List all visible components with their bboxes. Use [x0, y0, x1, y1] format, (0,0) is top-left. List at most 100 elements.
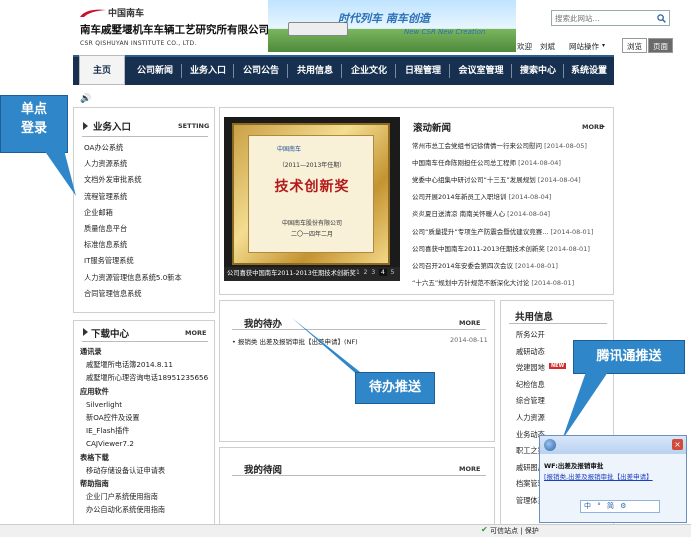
- pager-5[interactable]: 5: [391, 269, 395, 276]
- search-icon[interactable]: [654, 12, 668, 24]
- pager-3[interactable]: 3: [371, 269, 375, 276]
- news-item-title[interactable]: 党委中心组集中研讨公司“十三五”发展规划: [412, 176, 536, 184]
- download-category: 表格下载: [80, 452, 109, 462]
- shared-item[interactable]: 党建园地: [516, 363, 545, 380]
- toread-more-link[interactable]: MORE: [459, 465, 480, 473]
- new-badge: NEW: [549, 363, 567, 369]
- download-item[interactable]: 新OA控件及设置: [80, 413, 208, 426]
- banner-subtitle: New CSR New Creation: [404, 28, 486, 36]
- news-item[interactable]: 中国南车任命陈刚担任公司总工程师 [2014-08-04]: [412, 157, 608, 167]
- download-more-link[interactable]: MORE: [185, 329, 206, 337]
- sso-callout-pointer: [44, 150, 76, 196]
- welcome-text: 欢迎: [517, 42, 532, 51]
- nav-schedule[interactable]: 日程管理: [397, 57, 449, 85]
- news-item-title[interactable]: 公司“质量提升”专项生产防震会暨优建议竞赛...: [412, 228, 548, 236]
- download-category: 应用软件: [80, 386, 109, 396]
- browse-tab[interactable]: 浏览: [622, 38, 647, 53]
- news-item[interactable]: 公司“质量提升”专项生产防震会暨优建议竞赛... [2014-08-01]: [412, 226, 608, 236]
- business-item[interactable]: 人力资源系统: [84, 159, 182, 175]
- news-item-title[interactable]: 公司召开2014年安委会第四次会议: [412, 262, 513, 270]
- shared-item[interactable]: 戚研动态: [516, 347, 545, 364]
- todo-push-callout: 待办推送: [355, 372, 435, 404]
- pager-4[interactable]: 4: [378, 269, 387, 276]
- business-item[interactable]: IT服务管理系统: [84, 256, 182, 272]
- business-panel: 业务入口 SETTING OA办公系统 人力资源系统 文档外发审批系统 流程管理系统企…: [73, 107, 215, 313]
- page-tab[interactable]: 页面: [648, 38, 673, 53]
- todo-more-link[interactable]: MORE: [459, 319, 480, 327]
- news-item-title[interactable]: 中国南车任命陈刚担任公司总工程师: [412, 159, 516, 167]
- business-item[interactable]: 合同管理信息系统: [84, 289, 182, 305]
- download-item[interactable]: 办公自动化系统使用指南: [80, 505, 208, 518]
- news-item[interactable]: 常州市总工会党组书记徐倩倩一行来公司慰问 [2014-08-05]: [412, 140, 608, 150]
- business-item[interactable]: 人力资源管理信息系统5.0新本: [84, 273, 182, 289]
- download-item[interactable]: 企业门户系统使用指南: [80, 492, 208, 505]
- shared-item[interactable]: 所务公开: [516, 330, 545, 347]
- news-item[interactable]: 公司召开2014年安委会第四次会议 [2014-08-01]: [412, 260, 608, 270]
- business-item[interactable]: OA办公系统: [84, 143, 182, 159]
- plaque-title: 技术创新奖: [274, 179, 350, 195]
- news-item[interactable]: 炎炎夏日送清凉 南南关怀暖人心 [2014-08-04]: [412, 208, 608, 218]
- news-item-title[interactable]: 炎炎夏日送清凉 南南关怀暖人心: [412, 210, 505, 218]
- business-title: 业务入口: [93, 122, 132, 133]
- pager-2[interactable]: 2: [364, 269, 368, 276]
- nav-culture[interactable]: 企业文化: [343, 57, 395, 85]
- download-title: 下载中心: [91, 329, 130, 340]
- news-item[interactable]: “十六五”规划中方针规范不断深化大讨论 [2014-08-01]: [412, 277, 608, 287]
- news-slideshow[interactable]: 中国南车 （2011—2013年任期） 技术创新奖 中国南车股份有限公司 二〇一…: [224, 117, 400, 281]
- download-item[interactable]: IE_Flash插件: [80, 426, 208, 439]
- site-search: [551, 10, 670, 26]
- shared-item[interactable]: 综合管理: [516, 396, 545, 413]
- toread-title: 我的待阅: [244, 465, 283, 476]
- site-actions-link[interactable]: 网站操作: [569, 41, 599, 52]
- news-item[interactable]: 公司开展2014年新员工入职培训 [2014-08-04]: [412, 191, 608, 201]
- pager-1[interactable]: 1: [356, 269, 360, 276]
- shared-item[interactable]: 人力资源: [516, 413, 545, 430]
- rtx-notification-popup: × WF:出差及报销审批 [报销类,出差及报销审批【出差申请】 中 ° 简 ⚙: [539, 435, 687, 523]
- business-item[interactable]: 企业邮箱: [84, 208, 182, 224]
- news-item-title[interactable]: 常州市总工会党组书记徐倩倩一行来公司慰问: [412, 142, 542, 150]
- news-item-date: [2014-08-04]: [508, 193, 552, 202]
- nav-settings[interactable]: 系统设置: [565, 57, 613, 85]
- download-item[interactable]: CAJViewer7.2: [80, 439, 208, 452]
- chevron-down-icon[interactable]: ▾: [602, 42, 605, 49]
- news-more-link[interactable]: MORE: [582, 123, 603, 131]
- nav-company-news[interactable]: 公司新闻: [129, 57, 181, 85]
- nav-shared-info[interactable]: 共用信息: [289, 57, 341, 85]
- user-name-link[interactable]: 刘斌: [540, 41, 555, 52]
- business-item[interactable]: 流程管理系统: [84, 192, 182, 208]
- ime-toolbar[interactable]: 中 ° 简 ⚙: [580, 500, 660, 513]
- slideshow-pager: 1 2 3 4 5: [356, 269, 394, 276]
- nav-announcements[interactable]: 公司公告: [235, 57, 287, 85]
- nav-meeting-room[interactable]: 会议室管理: [451, 57, 511, 85]
- news-item-date: [2014-08-01]: [531, 278, 575, 287]
- nav-home[interactable]: 主页: [79, 55, 125, 85]
- download-item[interactable]: 戚墅堰所电话簿2014.8.11: [80, 360, 208, 373]
- popup-link[interactable]: [报销类,出差及报销审批【出差申请】: [544, 471, 653, 481]
- close-icon[interactable]: ×: [672, 439, 683, 450]
- news-item-title[interactable]: 公司喜获中国南车2011-2013任期技术创新奖: [412, 245, 545, 253]
- nav-search-center[interactable]: 搜索中心: [513, 57, 563, 85]
- download-item[interactable]: 戚墅堰所心理咨询电话18951235656: [80, 373, 208, 386]
- business-setting-link[interactable]: SETTING: [178, 122, 209, 130]
- news-item-title[interactable]: “十六五”规划中方针规范不断深化大讨论: [412, 279, 529, 287]
- news-title: 滚动新闻: [413, 123, 452, 134]
- business-item[interactable]: 质量信息平台: [84, 224, 182, 240]
- speaker-icon[interactable]: 🔊: [80, 94, 91, 104]
- download-item[interactable]: 移动存储设备认证申请表: [80, 466, 208, 479]
- business-item[interactable]: 标准信息系统: [84, 240, 182, 256]
- main-nav: 主页 公司新闻 业务入口 公司公告 共用信息 企业文化 日程管理 会议室管理 搜…: [73, 55, 614, 85]
- news-item-date: [2014-08-05]: [544, 142, 587, 150]
- download-item[interactable]: Silverlight: [80, 400, 208, 413]
- search-input[interactable]: [552, 11, 652, 25]
- plaque-date: 二〇一四年二月: [290, 231, 333, 238]
- nav-business[interactable]: 业务入口: [183, 57, 233, 85]
- news-item-title[interactable]: 公司开展2014年新员工入职培训: [412, 193, 507, 201]
- news-item-date: [2014-08-01]: [547, 244, 590, 253]
- shared-item[interactable]: 纪检信息: [516, 380, 545, 397]
- news-item-date: [2014-08-04]: [507, 210, 551, 219]
- logo-text: 中国南车: [108, 9, 145, 19]
- news-item-date: [2014-08-01]: [550, 227, 594, 236]
- news-item[interactable]: 公司喜获中国南车2011-2013任期技术创新奖 [2014-08-01]: [412, 243, 608, 253]
- business-item[interactable]: 文档外发审批系统: [84, 175, 182, 191]
- news-item[interactable]: 党委中心组集中研讨公司“十三五”发展规划 [2014-08-04]: [412, 174, 608, 184]
